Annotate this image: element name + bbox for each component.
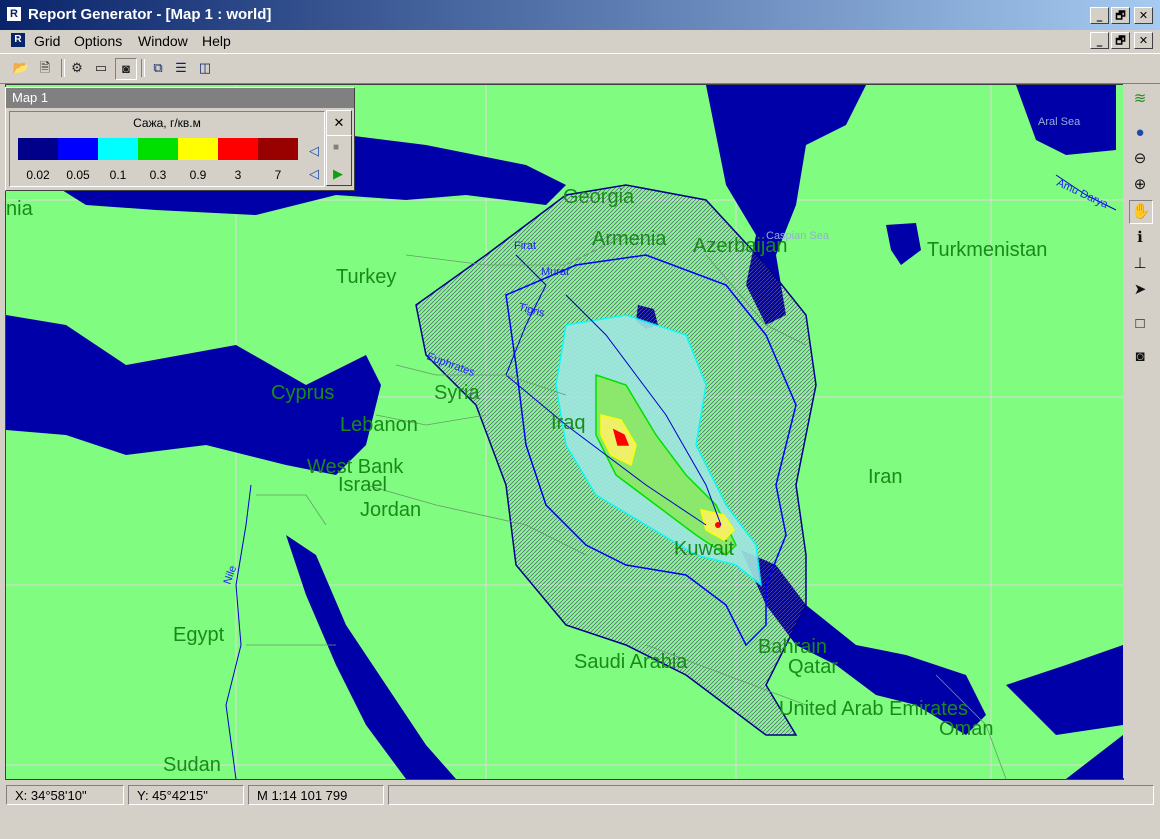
status-message: [388, 785, 1154, 805]
play-icon[interactable]: ▶: [333, 162, 343, 186]
label-iraq: Iraq: [551, 412, 585, 434]
legend-step-panel: ◁ ■ ◁ ▶: [309, 135, 352, 186]
legend-value: 0.05: [66, 168, 90, 182]
status-y-coordinate: Y: 45°42'15": [128, 785, 244, 805]
zoom-in-icon[interactable]: ⊕: [1129, 174, 1151, 196]
label-turkmenistan: Turkmenistan: [927, 239, 1047, 261]
nile-river: [225, 484, 252, 779]
lake-urmia: [886, 223, 921, 265]
info-icon[interactable]: ℹ: [1129, 227, 1151, 249]
app-icon: R: [7, 7, 21, 21]
label-georgia: Georgia: [563, 186, 635, 208]
status-bar: X: 34°58'10" Y: 45°42'15" M 1:14 101 799: [0, 782, 1160, 808]
toolbar-separator: [61, 59, 65, 77]
camera-icon[interactable]: ◙: [1129, 346, 1151, 368]
stop-icon[interactable]: ■: [333, 136, 339, 160]
legend-window[interactable]: Map 1 Сажа, г/кв.м 0.02 0.05 0.1 0.3 0.9 3 7 ✕…: [5, 87, 355, 191]
measure-icon[interactable]: ⊥: [1129, 253, 1151, 275]
layers-icon[interactable]: ≋: [1129, 88, 1151, 110]
label-iran: Iran: [868, 466, 902, 488]
label-turkey: Turkey: [336, 266, 396, 288]
right-toolbar: ≋ ● ⊖ ⊕ ✋ ℹ ⊥ ➤ □ ◙: [1123, 84, 1156, 778]
menu-bar: R Grid Options Window Help _ 🗗 ✕: [0, 30, 1160, 52]
label-cyprus: Cyprus: [271, 382, 334, 404]
arabian-sea: [1066, 735, 1123, 779]
label-sudan: Sudan: [163, 754, 221, 776]
menu-help[interactable]: Help: [200, 31, 233, 51]
label-israel: Israel: [338, 474, 387, 496]
legend-close-button[interactable]: ✕: [326, 110, 352, 136]
document-icon[interactable]: R: [11, 33, 25, 47]
close-button[interactable]: ✕: [1134, 7, 1153, 24]
zoom-out-icon[interactable]: ⊖: [1129, 148, 1151, 170]
cascade-windows-icon[interactable]: ⧉: [148, 58, 168, 78]
legend-swatch: [178, 138, 218, 160]
label-syria: Syria: [434, 382, 480, 404]
legend-swatch: [218, 138, 258, 160]
legend-value: 0.9: [189, 168, 207, 182]
legend-swatch: [258, 138, 298, 160]
book-icon[interactable]: ▭: [91, 58, 111, 78]
label-kuwait: Kuwait: [674, 538, 734, 560]
label-jordan: Jordan: [360, 499, 421, 521]
settings-gear-icon[interactable]: ⚙: [67, 58, 87, 78]
red-sea: [286, 535, 456, 779]
properties-icon[interactable]: 🗎: [35, 58, 55, 78]
label-partial-west: nia: [6, 198, 34, 220]
restore-button[interactable]: 🗗: [1111, 7, 1130, 24]
legend-swatch: [138, 138, 178, 160]
legend-swatch: [18, 138, 58, 160]
label-murat: Murat: [541, 266, 569, 278]
legend-value: 7: [274, 168, 282, 182]
label-amu-darya: Amu Darya: [1055, 177, 1111, 211]
toolbar: 📂 🗎 ⚙ ▭ ◙ ⧉ ☰ ◫: [0, 53, 1160, 84]
step-back-icon[interactable]: ◁: [309, 139, 319, 163]
toolbar-separator: [141, 59, 145, 77]
label-armenia: Armenia: [592, 228, 667, 250]
legend-title[interactable]: Map 1: [6, 88, 354, 108]
camera-icon[interactable]: ◙: [115, 58, 137, 80]
legend-body: Сажа, г/кв.м 0.02 0.05 0.1 0.3 0.9 3 7: [9, 111, 325, 187]
label-uae: United Arab Emirates: [779, 698, 968, 720]
legend-swatch: [58, 138, 98, 160]
legend-value: 3: [234, 168, 242, 182]
label-saudi-arabia: Saudi Arabia: [574, 651, 688, 673]
doc-close-button[interactable]: ✕: [1134, 32, 1153, 49]
tile-horizontal-icon[interactable]: ☰: [171, 58, 191, 78]
label-aral-sea: Aral Sea: [1038, 116, 1081, 128]
legend-value: 0.3: [149, 168, 167, 182]
globe-icon[interactable]: ●: [1129, 122, 1151, 144]
status-scale: M 1:14 101 799: [248, 785, 384, 805]
legend-value: 0.02: [26, 168, 50, 182]
menu-options[interactable]: Options: [72, 31, 124, 51]
label-egypt: Egypt: [173, 624, 225, 646]
legend-swatch: [98, 138, 138, 160]
label-oman: Oman: [939, 718, 993, 740]
tile-vertical-icon[interactable]: ◫: [195, 58, 215, 78]
minimize-button[interactable]: _: [1090, 7, 1109, 24]
rectangle-select-icon[interactable]: □: [1129, 313, 1151, 335]
legend-value: 0.1: [109, 168, 127, 182]
label-caspian-sea: Caspian Sea: [766, 230, 830, 242]
pointer-icon[interactable]: ➤: [1129, 279, 1151, 301]
label-lebanon: Lebanon: [340, 414, 418, 436]
gulf-of-oman: [1006, 645, 1123, 735]
label-bahrain: Bahrain: [758, 636, 827, 658]
open-folder-icon[interactable]: 📂: [11, 58, 31, 78]
menu-window[interactable]: Window: [136, 31, 190, 51]
status-x-coordinate: X: 34°58'10": [6, 785, 124, 805]
title-bar: R Report Generator - [Map 1 : world] _ 🗗…: [0, 0, 1160, 30]
pan-hand-icon[interactable]: ✋: [1129, 200, 1153, 224]
menu-grid[interactable]: Grid: [32, 31, 62, 51]
rewind-icon[interactable]: ◁: [309, 162, 319, 186]
label-firat: Firat: [514, 240, 536, 252]
doc-restore-button[interactable]: 🗗: [1111, 32, 1130, 49]
substance-label: Сажа, г/кв.м: [133, 116, 201, 130]
window-title: Report Generator - [Map 1 : world]: [28, 6, 272, 23]
label-qatar: Qatar: [788, 656, 838, 678]
doc-minimize-button[interactable]: _: [1090, 32, 1109, 49]
